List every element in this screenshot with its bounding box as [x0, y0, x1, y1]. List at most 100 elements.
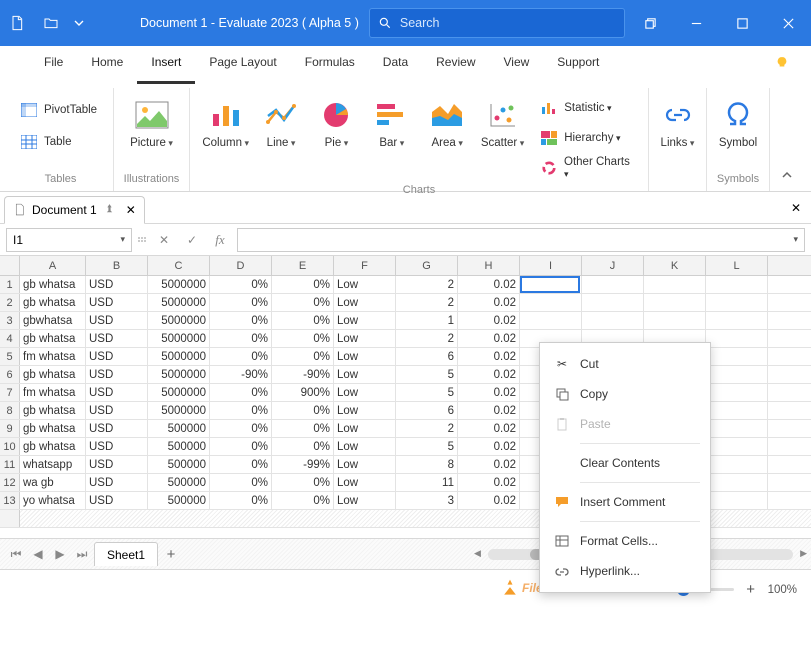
pie-chart-button[interactable]: Pie — [309, 92, 364, 154]
cell[interactable]: USD — [86, 438, 148, 455]
tab-view[interactable]: View — [490, 46, 544, 84]
col-header[interactable]: G — [396, 256, 458, 275]
cell[interactable]: Low — [334, 456, 396, 473]
row-header[interactable]: 3 — [0, 312, 20, 329]
ctx-format-cells[interactable]: Format Cells... — [540, 526, 710, 556]
cell[interactable]: 0.02 — [458, 492, 520, 509]
cell[interactable]: 500000 — [148, 420, 210, 437]
cell[interactable]: Low — [334, 294, 396, 311]
cell[interactable] — [706, 402, 768, 419]
cell[interactable] — [520, 276, 582, 293]
col-header[interactable]: J — [582, 256, 644, 275]
cell[interactable]: 500000 — [148, 456, 210, 473]
cell[interactable]: 500000 — [148, 492, 210, 509]
cell[interactable]: 0% — [210, 384, 272, 401]
cell[interactable]: -99% — [272, 456, 334, 473]
zoom-value[interactable]: 100% — [768, 584, 797, 596]
cell[interactable]: 900% — [272, 384, 334, 401]
cell[interactable]: 3 — [396, 492, 458, 509]
collapse-ribbon-button[interactable] — [769, 88, 803, 191]
cell[interactable]: 500000 — [148, 474, 210, 491]
cell[interactable] — [706, 312, 768, 329]
cell[interactable] — [644, 312, 706, 329]
cell[interactable]: 5 — [396, 438, 458, 455]
cell[interactable]: 5000000 — [148, 366, 210, 383]
close-all-tabs-icon[interactable]: ✕ — [791, 201, 801, 215]
cell[interactable]: 8 — [396, 456, 458, 473]
cell[interactable]: 0.02 — [458, 420, 520, 437]
area-chart-button[interactable]: Area — [420, 92, 475, 154]
col-header[interactable]: I — [520, 256, 582, 275]
search-box[interactable] — [369, 8, 625, 38]
tab-page-layout[interactable]: Page Layout — [195, 46, 290, 84]
cell[interactable]: 0% — [272, 474, 334, 491]
cell[interactable]: 5000000 — [148, 294, 210, 311]
cell[interactable]: 0.02 — [458, 276, 520, 293]
cell[interactable]: 0% — [210, 312, 272, 329]
pin-icon[interactable] — [103, 203, 116, 216]
cell[interactable]: Low — [334, 276, 396, 293]
tab-data[interactable]: Data — [369, 46, 422, 84]
sheet-tab-1[interactable]: Sheet1 — [94, 542, 158, 566]
cell[interactable]: 0% — [210, 402, 272, 419]
col-header[interactable]: K — [644, 256, 706, 275]
cell[interactable]: gbwhatsa — [20, 312, 86, 329]
cell[interactable]: gb whatsa — [20, 366, 86, 383]
cancel-formula-button[interactable]: ✕ — [153, 229, 175, 251]
cell[interactable] — [706, 492, 768, 509]
table-button[interactable]: Table — [16, 128, 76, 156]
cell[interactable]: 1 — [396, 312, 458, 329]
tab-home[interactable]: Home — [77, 46, 137, 84]
cell[interactable]: 0% — [210, 456, 272, 473]
select-all-corner[interactable] — [0, 256, 20, 275]
sheet-nav-prev[interactable]: ◀ — [28, 544, 48, 564]
cell[interactable]: Low — [334, 420, 396, 437]
cell[interactable]: 0.02 — [458, 348, 520, 365]
minimize-button[interactable] — [673, 0, 719, 46]
cell[interactable]: 6 — [396, 348, 458, 365]
new-doc-icon[interactable] — [0, 15, 34, 31]
cell[interactable]: 5000000 — [148, 330, 210, 347]
cell[interactable]: 0.02 — [458, 438, 520, 455]
cell[interactable] — [582, 294, 644, 311]
scroll-left-icon[interactable]: ◀ — [474, 548, 481, 559]
cell[interactable]: gb whatsa — [20, 276, 86, 293]
cell[interactable]: USD — [86, 492, 148, 509]
cell[interactable]: 5 — [396, 384, 458, 401]
cell[interactable]: 2 — [396, 294, 458, 311]
col-header[interactable]: D — [210, 256, 272, 275]
cell[interactable]: 5000000 — [148, 402, 210, 419]
row-header[interactable]: 5 — [0, 348, 20, 365]
cell[interactable]: USD — [86, 456, 148, 473]
restore-window-button[interactable] — [627, 0, 673, 46]
cell[interactable]: USD — [86, 474, 148, 491]
cell[interactable]: 0% — [272, 294, 334, 311]
cell[interactable]: 0.02 — [458, 384, 520, 401]
tab-insert[interactable]: Insert — [137, 46, 195, 84]
ctx-cut[interactable]: ✂Cut — [540, 349, 710, 379]
help-bulb-icon[interactable] — [775, 56, 789, 70]
cell[interactable] — [520, 312, 582, 329]
cell[interactable] — [706, 456, 768, 473]
cell[interactable]: 6 — [396, 402, 458, 419]
cell[interactable]: gb whatsa — [20, 330, 86, 347]
cell[interactable]: fm whatsa — [20, 348, 86, 365]
formula-input[interactable]: ▾ — [237, 228, 805, 252]
cell[interactable]: yo whatsa — [20, 492, 86, 509]
sheet-nav-first[interactable]: ⏮ — [6, 544, 26, 564]
col-header[interactable]: C — [148, 256, 210, 275]
cell[interactable]: Low — [334, 312, 396, 329]
cell[interactable]: Low — [334, 366, 396, 383]
cell[interactable]: 0% — [210, 420, 272, 437]
cell[interactable]: 0% — [272, 492, 334, 509]
qat-dropdown-icon[interactable] — [68, 15, 90, 31]
cell[interactable]: 5 — [396, 366, 458, 383]
statistic-chart-button[interactable]: Statistic — [536, 94, 640, 122]
search-input[interactable] — [400, 16, 616, 30]
cell[interactable] — [706, 438, 768, 455]
col-header[interactable]: L — [706, 256, 768, 275]
col-header[interactable]: F — [334, 256, 396, 275]
row-header[interactable]: 13 — [0, 492, 20, 509]
tab-formulas[interactable]: Formulas — [291, 46, 369, 84]
cell[interactable]: 0% — [210, 348, 272, 365]
